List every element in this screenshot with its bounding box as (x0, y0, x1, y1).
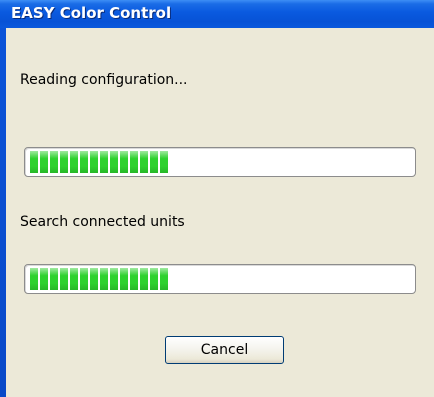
reading-configuration-progress-bar (24, 147, 416, 177)
window-title: EASY Color Control (11, 4, 172, 22)
search-units-label: Search connected units (20, 214, 185, 230)
reading-configuration-label: Reading configuration... (20, 72, 188, 88)
search-units-progress-bar (24, 264, 416, 294)
progress-fill (28, 268, 170, 290)
dialog-window: EASY Color Control Reading configuration… (0, 0, 434, 397)
progress-fill (28, 151, 170, 173)
cancel-button[interactable]: Cancel (165, 336, 284, 364)
title-bar[interactable]: EASY Color Control (0, 0, 434, 28)
